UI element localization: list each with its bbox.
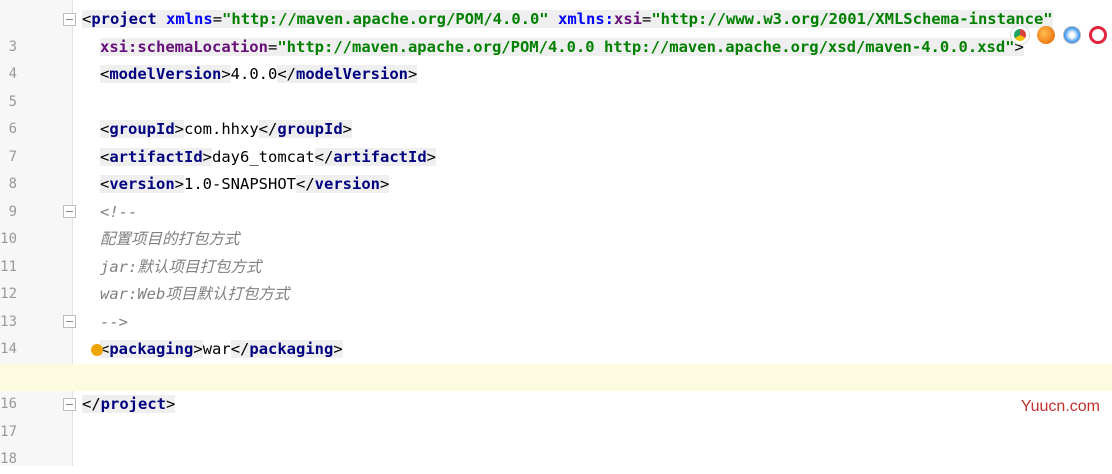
code-text[interactable]: <artifactId>day6_tomcat</artifactId>: [100, 144, 437, 172]
fold-toggle-icon[interactable]: [63, 398, 76, 411]
code-text[interactable]: <modelVersion>4.0.0</modelVersion>: [100, 61, 418, 89]
line-number: 18: [0, 451, 17, 467]
code-line-16[interactable]: 16: [0, 363, 1112, 412]
code-line-18[interactable]: 18: [0, 419, 1112, 467]
code-line-8[interactable]: 8 <artifactId>day6_tomcat</artifactId>: [0, 144, 1112, 192]
lightbulb-icon[interactable]: [91, 344, 103, 356]
comment-text[interactable]: <!--: [100, 199, 137, 227]
comment-text[interactable]: -->: [100, 309, 128, 337]
opera-icon[interactable]: [1089, 26, 1107, 44]
code-line-12[interactable]: 12 jar:默认项目打包方式: [0, 254, 1112, 303]
fold-toggle-icon[interactable]: [63, 205, 76, 218]
safari-icon[interactable]: [1063, 26, 1081, 44]
code-line-17[interactable]: 17 </project>: [0, 391, 1112, 440]
code-text[interactable]: </project>: [82, 391, 176, 419]
fold-toggle-icon[interactable]: [63, 13, 76, 26]
code-text[interactable]: <version>1.0-SNAPSHOT</version>: [100, 171, 390, 199]
code-line-6[interactable]: 6: [0, 89, 1112, 137]
comment-text[interactable]: jar:默认项目打包方式: [100, 254, 261, 282]
firefox-icon[interactable]: [1037, 26, 1055, 44]
browser-preview-bar: [1011, 26, 1107, 46]
code-line-9[interactable]: 9 <version>1.0-SNAPSHOT</version>: [0, 171, 1112, 220]
watermark: Yuucn.com: [1020, 398, 1100, 415]
code-text[interactable]: <project xmlns="http://maven.apache.org/…: [82, 6, 1053, 34]
code-line-7[interactable]: 7 <groupId>com.hhxy</groupId>: [0, 116, 1112, 165]
comment-text[interactable]: war:Web项目默认打包方式: [100, 281, 289, 309]
code-line-15[interactable]: 15 <packaging>war</packaging>: [0, 336, 1112, 385]
code-text[interactable]: <packaging>war</packaging>: [100, 336, 343, 364]
code-line-11[interactable]: 11 配置项目的打包方式: [0, 226, 1112, 275]
code-line-14[interactable]: 14 -->: [0, 309, 1112, 358]
chrome-icon[interactable]: [1011, 26, 1029, 44]
code-line-5[interactable]: 5 <modelVersion>4.0.0</modelVersion>: [0, 61, 1112, 110]
comment-text[interactable]: 配置项目的打包方式: [100, 226, 240, 254]
code-line-13[interactable]: 13 war:Web项目默认打包方式: [0, 281, 1112, 330]
fold-toggle-icon[interactable]: [63, 315, 76, 328]
code-line-4[interactable]: 4 xsi:schemaLocation="http://maven.apach…: [0, 34, 1112, 82]
code-line-10[interactable]: 10 <!--: [0, 199, 1112, 248]
code-line-3[interactable]: 3 <project xmlns="http://maven.apache.or…: [0, 6, 1112, 55]
code-text[interactable]: xsi:schemaLocation="http://maven.apache.…: [100, 34, 1024, 62]
code-text[interactable]: <groupId>com.hhxy</groupId>: [100, 116, 353, 144]
